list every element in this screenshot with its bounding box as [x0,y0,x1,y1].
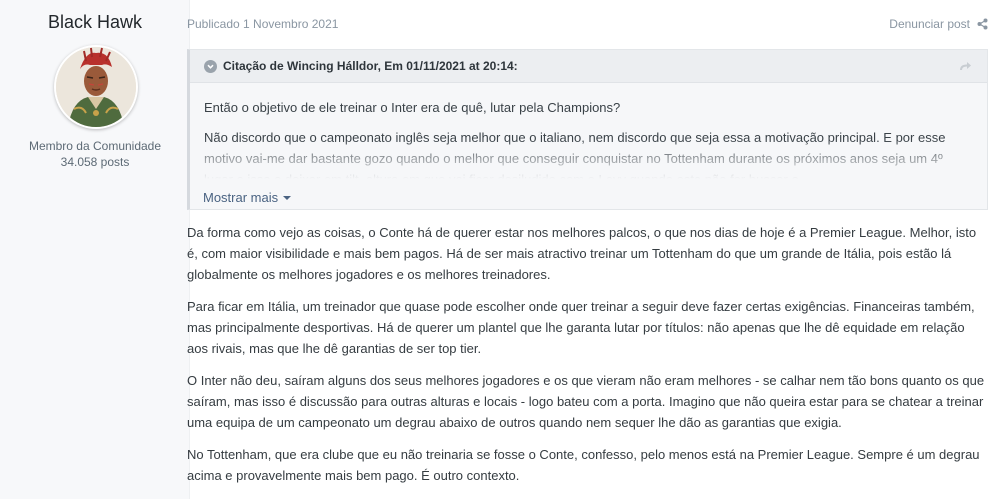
quote-paragraph: Então o objetivo de ele treinar o Inter … [204,100,621,115]
share-icon[interactable] [977,18,988,30]
author-post-count: 34.058 posts [60,155,130,169]
avatar-portrait-image [56,47,136,127]
show-more-label: Mostrar mais [203,190,279,205]
quote-fade-overlay [190,139,987,179]
author-role: Membro da Comunidade [28,139,162,153]
post-paragraph: Da forma como vejo as coisas, o Conte há… [187,225,977,282]
post-paragraph: O Inter não deu, saíram alguns dos seus … [187,373,985,430]
quote-citation: Citação de Wincing Hálldor, Em 01/11/202… [223,59,518,73]
post-content: Da forma como vejo as coisas, o Conte há… [187,222,987,497]
caret-down-icon [283,195,292,200]
author-panel: Black Hawk Membro da Comunidade 34.058 p… [0,0,190,499]
author-name[interactable]: Black Hawk [0,12,190,33]
share-arrow-icon[interactable] [959,59,973,73]
chevron-down-icon[interactable] [204,59,217,73]
show-more-button[interactable]: Mostrar mais [203,190,292,205]
quote-content: Então o objetivo de ele treinar o Inter … [190,83,987,179]
quote-header: Citação de Wincing Hálldor, Em 01/11/202… [190,50,987,83]
quote-block: Citação de Wincing Hálldor, Em 01/11/202… [187,49,988,210]
post-paragraph: Para ficar em Itália, um treinador que q… [187,299,975,356]
post-paragraph: No Tottenham, que era clube que eu não t… [187,447,980,483]
post-date: Publicado 1 Novembro 2021 [187,17,339,31]
report-post-label: Denunciar post [889,17,970,31]
report-post-link[interactable]: Denunciar post [889,17,988,31]
avatar[interactable] [54,45,138,129]
